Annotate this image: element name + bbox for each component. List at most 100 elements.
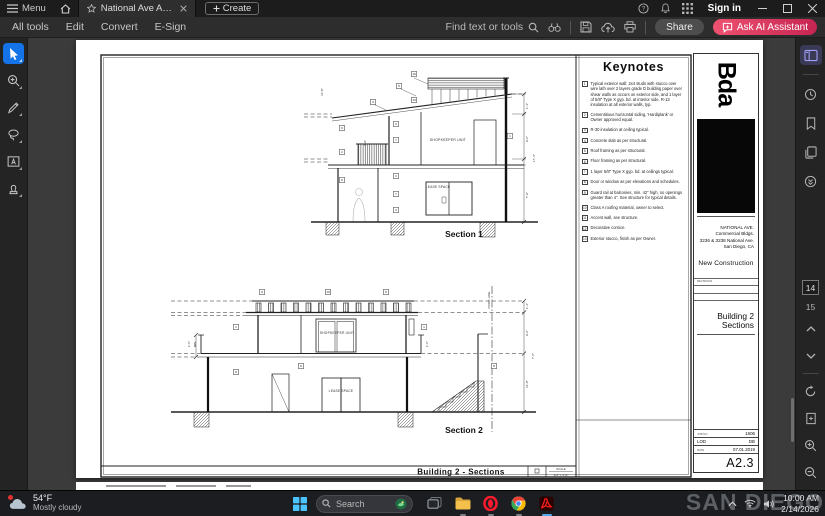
keynote-text: Door or window as per elevations and sch… [591,179,680,185]
create-label: Create [223,3,252,14]
zoom-in-button[interactable] [800,435,822,455]
sheet-date: 07.01.2019 [733,447,755,452]
scale-label: SCALE [556,467,566,471]
keynote-number: 7 [582,169,588,175]
keynote-marker-number: 6 [300,364,302,368]
total-pages-label: 15 [806,302,815,312]
keynote-text: Decorative cornice. [591,225,626,231]
document-viewport[interactable]: Building 2 - Sections SCALE 1/4" = 1'-0" [29,38,794,490]
dimension-label: 7'-0" [531,353,535,359]
apps-grid-icon[interactable] [677,3,699,14]
keynote-text: Cementitious horizontal siding, 'Hardipl… [591,112,686,123]
date-row: DATE 07.01.2019 [694,445,758,453]
restore-button[interactable] [775,0,800,17]
pdf-page-14: Building 2 - Sections SCALE 1/4" = 1'-0" [76,40,763,478]
find-tools-button[interactable]: Find text or tools [446,21,540,33]
copy-pages-icon[interactable] [800,142,822,162]
lasso-tool[interactable] [3,124,24,145]
menu-button[interactable]: Menu [0,0,53,17]
create-button[interactable]: Create [205,2,260,15]
title-block-fields: JOB NO. 1606 LOD DB DATE 07.01.2019 A2.3 [694,429,758,472]
dimension-label: PROP. LINE [487,292,491,309]
document-tab[interactable]: National Ave Arch Dwg... [78,0,196,17]
tab-close-icon[interactable] [180,5,187,12]
notifications-bell-icon[interactable] [655,3,677,14]
keynotes-title: Keynotes [582,60,685,74]
seal-chevrons-icon[interactable] [800,171,822,191]
keynote-row: 4Concrete slab as per structural. [582,138,685,144]
keynote-text: Class A roofing material, owner to selec… [591,205,665,211]
next-page-text-fragment [106,485,166,487]
file-explorer-icon[interactable] [454,495,471,512]
taskbar-clock[interactable]: 10:00 AM 2/14/2026 [781,493,819,513]
vertical-scrollbar[interactable] [791,398,794,442]
keynote-number: 1 [582,81,588,87]
weather-widget[interactable]: 54°F Mostly cloudy [9,494,81,513]
keynote-text: Roof framing as per structural. [591,148,646,154]
add-text-tool[interactable] [3,151,24,172]
search-highlight-icon [395,498,407,510]
binoculars-search-icon[interactable] [548,22,561,33]
stamp-tool[interactable] [3,178,24,199]
taskbar-search-input[interactable]: Search [316,495,413,513]
volume-icon[interactable] [763,499,774,509]
acrobat-icon[interactable] [538,495,555,512]
zoom-out-button[interactable] [800,462,822,482]
project-status: New Construction [694,260,758,267]
keynote-marker-number: 8 [341,178,343,182]
keynote-row: 12Decorative cornice. [582,225,685,231]
keynote-marker-number: 4 [395,208,397,212]
tray-chevron-up-icon[interactable] [728,501,737,507]
dimension-label: 7'-6" [525,192,529,198]
previous-page-button[interactable] [800,319,822,339]
home-button[interactable] [53,0,78,17]
tab-all-tools[interactable]: All tools [5,19,56,35]
ask-ai-assistant-button[interactable]: Ask AI Assistant [713,19,817,35]
print-icon[interactable] [624,21,636,33]
task-view-icon[interactable] [426,495,443,512]
history-clock-icon[interactable] [800,84,822,104]
tab-convert[interactable]: Convert [94,19,145,35]
right-panel-rail: 14 15 [795,38,825,490]
wifi-icon[interactable] [744,499,756,508]
bookmarks-icon[interactable] [800,113,822,133]
current-page-input[interactable]: 14 [802,280,819,295]
room-label-s2-lower: LEASE SPACE [329,389,354,393]
dimension-label: MIN. [193,341,197,348]
taskbar-apps [426,491,555,516]
select-tool[interactable] [3,43,24,64]
revisions-table: REVISIONS [694,278,758,308]
keynote-row: 11Accent wall, see structure. [582,215,685,221]
dimension-label: 9'-0" [525,136,529,142]
keynote-row: 9Guard rail at balconies, min. 42" high,… [582,190,685,201]
tab-edit[interactable]: Edit [59,19,91,35]
keynote-text: Typical exterior wall: 2x4 studs with st… [591,81,686,108]
section-2-label: Section 2 [445,425,483,435]
start-button[interactable] [293,497,307,511]
share-button[interactable]: Share [655,19,704,35]
save-icon[interactable] [580,21,592,33]
help-icon[interactable]: ? [633,3,655,14]
close-button[interactable] [800,0,825,17]
room-label-s1-lower: LEASE SPACE [426,185,451,189]
keynote-text: Exterior stucco, finish as per Owner. [591,236,657,242]
revision-row [694,300,758,308]
pencil-annotate-tool[interactable] [3,97,24,118]
chrome-browser-icon[interactable] [510,495,527,512]
fit-page-button[interactable] [800,408,822,428]
sign-in-button[interactable]: Sign in [708,3,741,14]
rotate-page-button[interactable] [800,381,822,401]
cloud-upload-icon[interactable] [601,22,615,33]
zoom-loupe-tool[interactable] [3,70,24,91]
page-thumbnails-panel-button[interactable] [800,45,822,65]
dimension-label: 1'-0" [187,341,191,347]
keynote-text: 1 layer 5/8" Type X gyp. bd. at ceilings… [591,169,674,175]
tab-esign[interactable]: E-Sign [148,19,194,35]
firm-logo: Bda [694,54,758,116]
next-page-button[interactable] [800,346,822,366]
opera-browser-icon[interactable] [482,495,499,512]
minimize-button[interactable] [750,0,775,17]
keynote-marker-number: 10 [326,290,330,294]
dimension-label: 17'-4" [532,154,536,162]
keynote-number: 12 [582,226,588,232]
